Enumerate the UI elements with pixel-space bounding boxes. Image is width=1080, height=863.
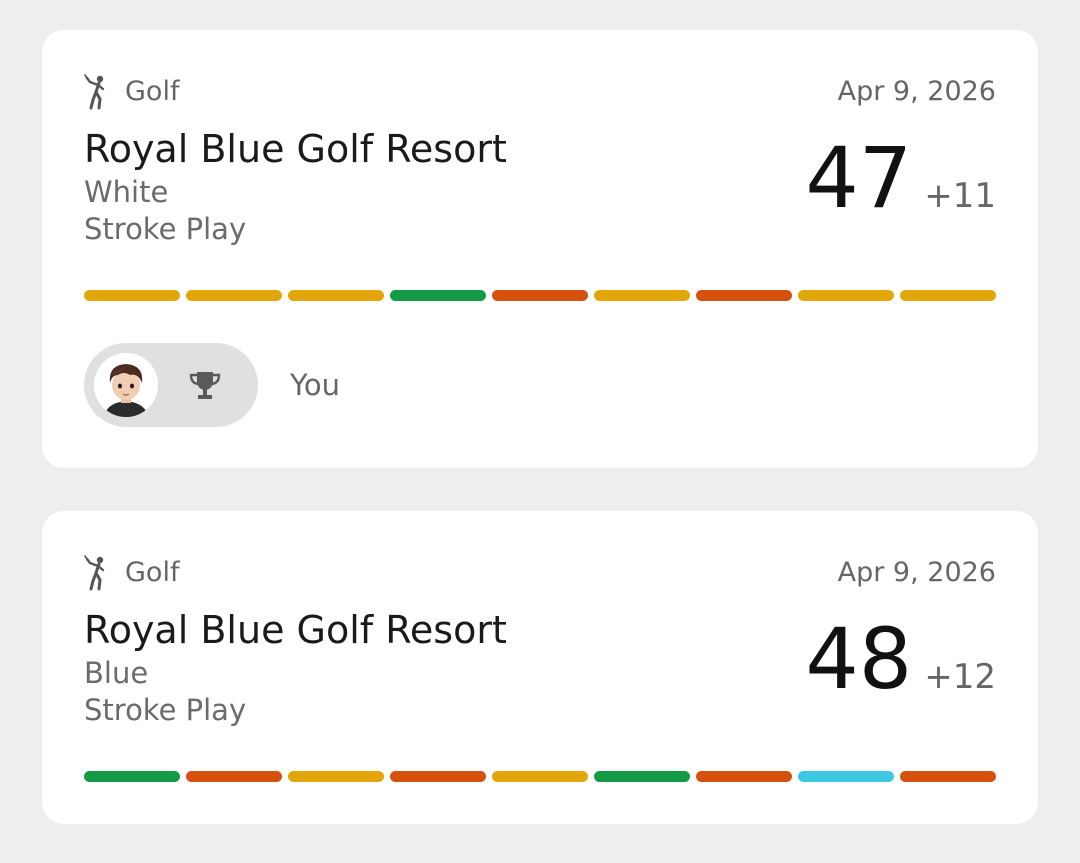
sport-label: Golf [125, 76, 180, 107]
total-score: 48 [805, 610, 913, 708]
hole-result-segment [288, 290, 384, 301]
hole-results-bar [84, 290, 996, 301]
round-date: Apr 9, 2026 [837, 76, 996, 107]
avatar [94, 353, 158, 417]
round-card[interactable]: Golf Apr 9, 2026 Royal Blue Golf Resort … [42, 511, 1038, 824]
course-name: Royal Blue Golf Resort [84, 127, 507, 171]
golfer-icon [84, 74, 105, 110]
hole-result-segment [696, 290, 792, 301]
hole-result-segment [390, 771, 486, 782]
tee-name: White [84, 175, 169, 209]
sport-row: Golf [84, 555, 179, 591]
score-block: 47 +11 [805, 130, 996, 226]
hole-result-segment [390, 290, 486, 301]
round-date: Apr 9, 2026 [837, 557, 996, 588]
hole-result-segment [900, 290, 996, 301]
hole-result-segment [594, 771, 690, 782]
sport-label: Golf [125, 557, 180, 588]
hole-result-segment [594, 290, 690, 301]
hole-result-segment [900, 771, 996, 782]
hole-result-segment [696, 771, 792, 782]
sport-row: Golf [84, 74, 179, 110]
trophy-icon [189, 372, 221, 399]
course-name: Royal Blue Golf Resort [84, 608, 507, 652]
hole-result-segment [492, 771, 588, 782]
avatar-image [94, 353, 158, 417]
score-block: 48 +12 [805, 611, 996, 707]
player-name: You [290, 368, 340, 402]
game-mode: Stroke Play [84, 212, 247, 246]
game-mode: Stroke Play [84, 693, 247, 727]
hole-result-segment [186, 771, 282, 782]
hole-results-bar [84, 771, 996, 782]
hole-result-segment [492, 290, 588, 301]
hole-result-segment [798, 290, 894, 301]
score-to-par: +11 [924, 176, 996, 216]
player-chip[interactable] [84, 343, 258, 427]
hole-result-segment [288, 771, 384, 782]
hole-result-segment [798, 771, 894, 782]
hole-result-segment [186, 290, 282, 301]
tee-name: Blue [84, 656, 149, 690]
hole-result-segment [84, 771, 180, 782]
score-to-par: +12 [924, 657, 996, 697]
total-score: 47 [805, 129, 913, 227]
round-card[interactable]: Golf Apr 9, 2026 Royal Blue Golf Resort … [42, 30, 1038, 468]
golfer-icon [84, 555, 105, 591]
hole-result-segment [84, 290, 180, 301]
